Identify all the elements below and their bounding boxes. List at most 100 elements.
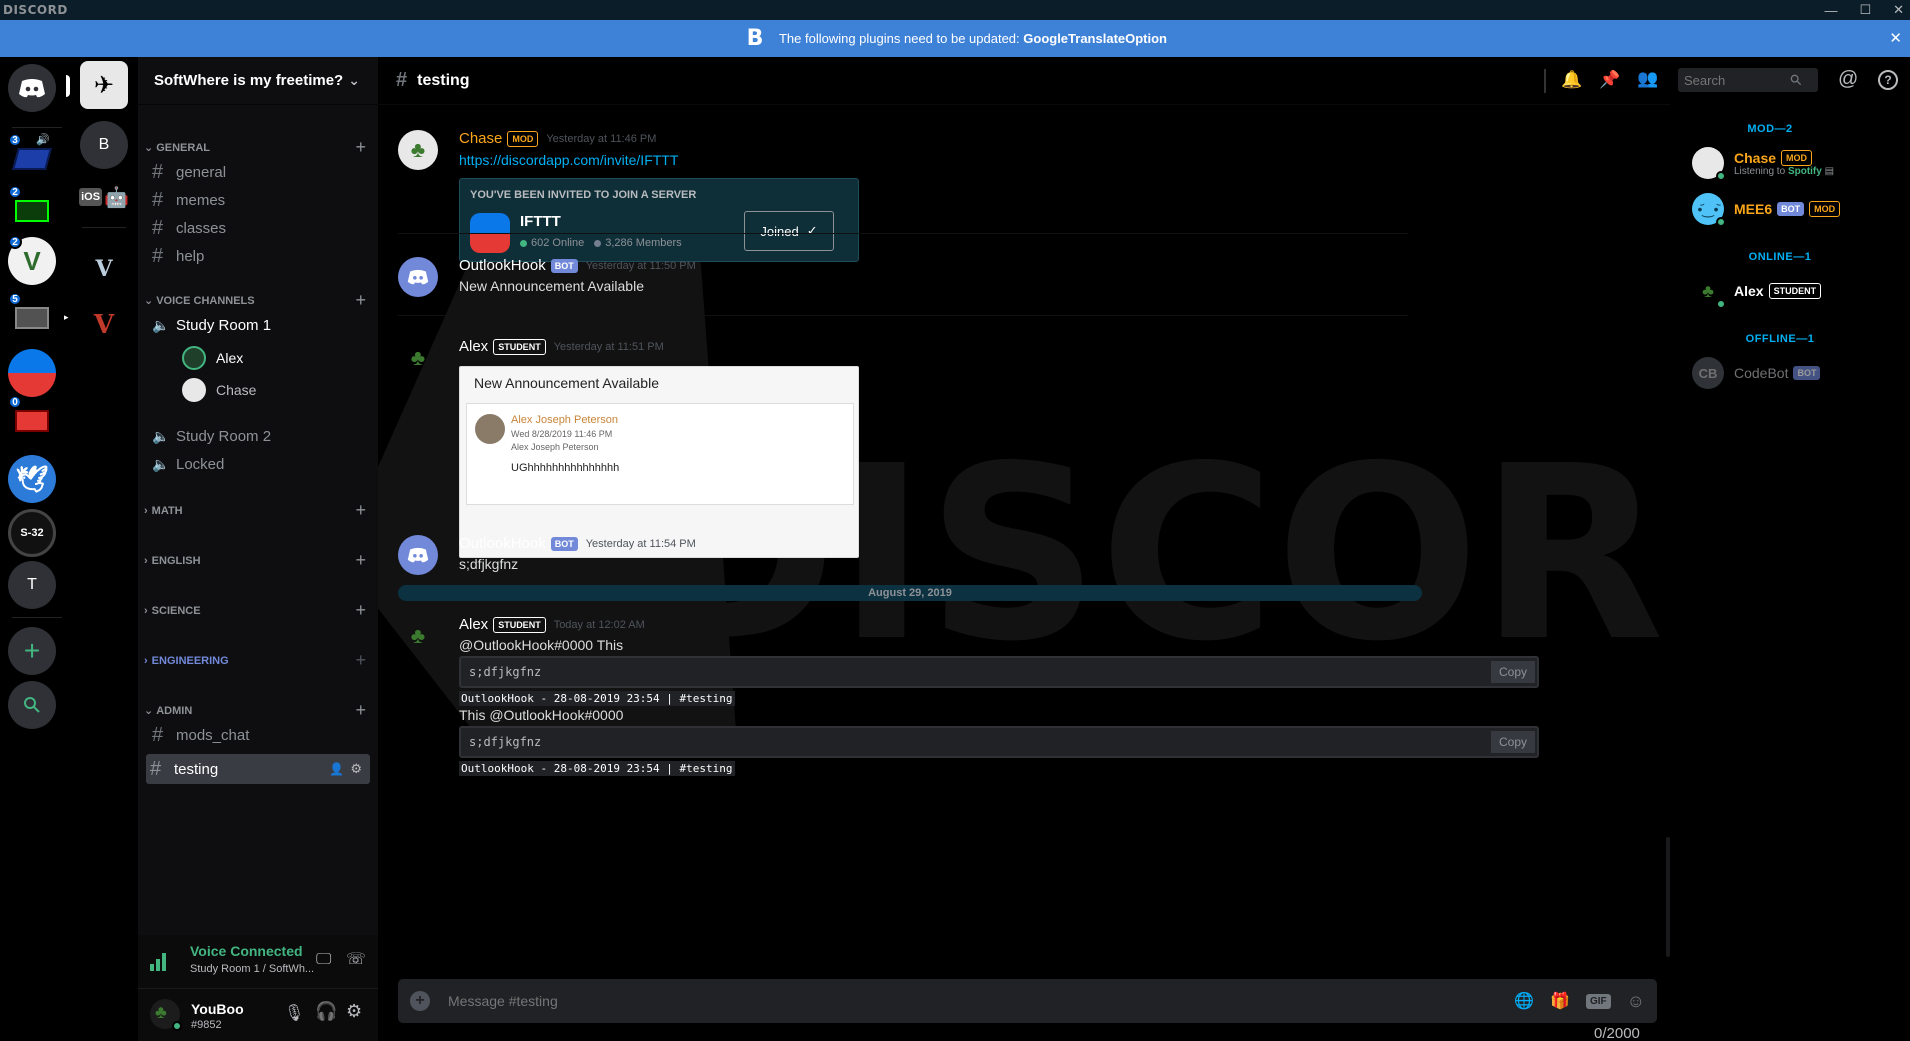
timestamp: Yesterday at 11:46 PM xyxy=(546,132,657,145)
create-channel-icon[interactable]: + xyxy=(355,650,366,671)
channel-general[interactable]: # general xyxy=(148,157,362,187)
avatar[interactable]: ♣ xyxy=(398,616,438,656)
avatar[interactable] xyxy=(398,535,438,575)
avatar[interactable]: ♣ xyxy=(150,999,182,1031)
gear-icon[interactable]: ⚙ xyxy=(346,1001,362,1022)
create-channel-icon[interactable]: + xyxy=(355,137,366,158)
banner-close-button[interactable]: ✕ xyxy=(1889,29,1902,47)
server-icon[interactable]: 🕊 xyxy=(8,455,56,503)
maximize-button[interactable]: ☐ xyxy=(1859,2,1871,18)
server-icon[interactable]: iOS 🤖 xyxy=(79,173,129,221)
member-alex[interactable]: ♣ Alex STUDENT xyxy=(1692,275,1822,309)
mentions-icon[interactable]: @ xyxy=(1838,68,1858,91)
date-divider: August 29, 2019 xyxy=(398,585,1422,601)
gift-icon[interactable]: 🎁 xyxy=(1550,991,1570,1011)
close-window-button[interactable]: ✕ xyxy=(1893,2,1904,18)
disconnect-call-icon[interactable]: ☏ xyxy=(346,949,366,969)
create-channel-icon[interactable]: + xyxy=(355,290,366,311)
voice-user-alex[interactable]: Alex xyxy=(182,346,243,370)
message-author[interactable]: Chase xyxy=(459,130,502,147)
category-admin[interactable]: ⌄ ADMIN + xyxy=(144,700,366,721)
role-tag: MOD xyxy=(1781,149,1813,166)
create-invite-icon[interactable]: 👤 xyxy=(329,762,344,776)
member-mee6[interactable]: •᷄‿•᷅ MEE6 BOT MOD xyxy=(1692,193,1841,227)
member-chase[interactable]: Chase MOD Listening to Spotify ▤ xyxy=(1692,147,1834,181)
server-icon[interactable]: T xyxy=(8,561,56,609)
server-icon[interactable]: V xyxy=(80,245,128,293)
voice-user-chase[interactable]: Chase xyxy=(182,378,256,402)
help-icon[interactable]: ? xyxy=(1878,70,1898,90)
category-general[interactable]: ⌄ GENERAL + xyxy=(144,137,366,158)
chevron-right-icon: › xyxy=(144,654,148,667)
gif-button[interactable]: GIF xyxy=(1585,993,1611,1009)
voice-status-channel[interactable]: Study Room 1 / SoftWh... xyxy=(190,963,314,975)
hash-icon: # xyxy=(150,757,162,780)
copy-button[interactable]: Copy xyxy=(1490,661,1535,683)
member-codebot[interactable]: CB CodeBot BOT xyxy=(1692,357,1821,389)
create-channel-icon[interactable]: + xyxy=(355,700,366,721)
pin-icon[interactable]: 📌 xyxy=(1599,70,1620,90)
category-english[interactable]: › ENGLISH + xyxy=(144,550,366,571)
translate-icon[interactable]: 🌐 xyxy=(1514,991,1534,1011)
channel-memes[interactable]: # memes xyxy=(148,185,362,215)
category-science[interactable]: › SCIENCE + xyxy=(144,600,366,621)
avatar[interactable]: ♣ xyxy=(398,338,438,378)
email-embed-image[interactable]: New Announcement Available Alex Joseph P… xyxy=(459,366,859,558)
bell-icon[interactable]: 🔔 xyxy=(1561,70,1582,90)
create-channel-icon[interactable]: + xyxy=(355,550,366,571)
add-server-button[interactable]: + xyxy=(8,627,56,675)
voice-channel-study-room-1[interactable]: 🔈 Study Room 1 xyxy=(148,310,362,340)
create-channel-icon[interactable]: + xyxy=(355,600,366,621)
ifttt-server-icon[interactable] xyxy=(8,349,56,397)
copy-button[interactable]: Copy xyxy=(1490,731,1535,753)
category-label: ENGLISH xyxy=(151,554,201,567)
server-icon[interactable]: ✈ xyxy=(80,61,128,109)
screen-share-icon[interactable]: 🖵 xyxy=(316,951,331,969)
message-input[interactable] xyxy=(448,993,1408,1009)
search-bar[interactable] xyxy=(1678,68,1818,92)
category-engineering[interactable]: › ENGINEERING + xyxy=(144,650,366,671)
search-input[interactable] xyxy=(1678,72,1788,88)
server-icon[interactable]: B xyxy=(80,121,128,169)
channel-help[interactable]: # help xyxy=(148,241,362,271)
message-author[interactable]: OutlookHook xyxy=(459,535,546,552)
avatar[interactable]: ♣ xyxy=(398,130,438,170)
channel-classes[interactable]: # classes xyxy=(148,213,362,243)
message-author[interactable]: Alex xyxy=(459,338,488,355)
joined-button[interactable]: Joined ✓ xyxy=(744,211,834,251)
avatar[interactable] xyxy=(398,257,438,297)
message-author[interactable]: OutlookHook xyxy=(459,257,546,274)
channel-testing[interactable]: # testing 👤 ⚙ xyxy=(146,754,370,784)
server-icon[interactable]: 3 🔊 xyxy=(8,133,56,183)
home-button[interactable] xyxy=(8,64,56,112)
microphone-icon[interactable]: 🎙 xyxy=(284,1003,304,1023)
server-icon[interactable]: 2 xyxy=(8,185,56,235)
create-channel-icon[interactable]: + xyxy=(355,500,366,521)
emoji-icon[interactable]: ☺ xyxy=(1627,991,1645,1012)
channel-mods-chat[interactable]: # mods_chat xyxy=(148,720,362,750)
voice-channel-study-room-2[interactable]: 🔈 Study Room 2 xyxy=(148,421,362,451)
server-icon[interactable]: V 2 xyxy=(8,235,56,285)
category-label: VOICE CHANNELS xyxy=(156,294,255,307)
server-icon[interactable]: V xyxy=(80,301,128,349)
gear-icon[interactable]: ⚙ xyxy=(350,761,362,777)
divider xyxy=(12,617,62,618)
channel-label: Study Room 1 xyxy=(176,316,272,334)
member-list-toggle-icon[interactable]: 👥 xyxy=(1637,69,1658,89)
invite-link[interactable]: https://discordapp.com/invite/IFTTT xyxy=(459,152,678,168)
server-icon[interactable]: S-32 xyxy=(8,509,56,557)
server-icon[interactable]: 5 xyxy=(8,292,56,342)
server-icon[interactable]: 0 xyxy=(8,395,56,445)
explore-servers-button[interactable] xyxy=(8,681,56,729)
category-math[interactable]: › MATH + xyxy=(144,500,366,521)
message-author[interactable]: Alex xyxy=(459,616,488,633)
category-voice[interactable]: ⌄ VOICE CHANNELS + xyxy=(144,290,366,311)
chevron-down-icon: ⌄ xyxy=(144,142,154,154)
voice-channel-locked[interactable]: 🔈 Locked xyxy=(148,449,362,479)
minimize-button[interactable]: — xyxy=(1824,3,1837,18)
upload-plus-icon[interactable]: + xyxy=(410,991,430,1011)
server-header[interactable]: SoftWhere is my freetime? ⌄ xyxy=(138,57,378,105)
headphones-icon[interactable]: 🎧 xyxy=(315,1001,337,1022)
banner-plugin-name[interactable]: GoogleTranslateOption xyxy=(1023,31,1167,46)
hash-icon: # xyxy=(152,188,164,211)
